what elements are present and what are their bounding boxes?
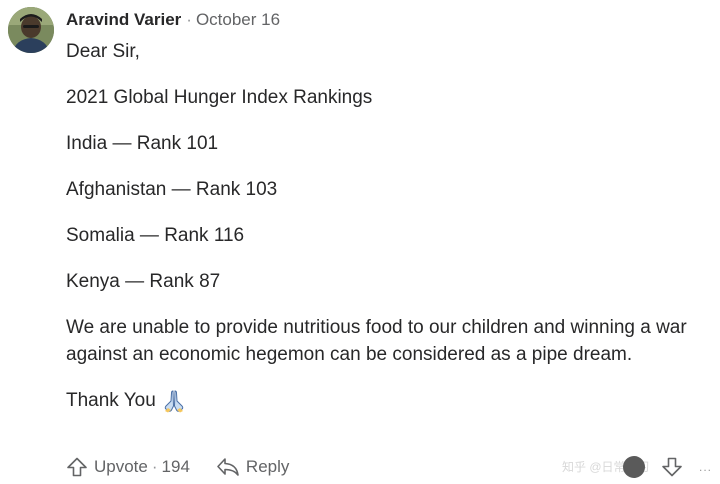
upvote-label: Upvote	[94, 457, 148, 476]
share-icon[interactable]	[622, 456, 645, 478]
reply-arrow-icon	[217, 458, 239, 476]
comment-paragraph: India — Rank 101	[66, 133, 219, 154]
avatar-photo	[8, 7, 54, 53]
comment-paragraph: Kenya — Rank 87	[66, 271, 221, 292]
avatar[interactable]	[8, 7, 54, 53]
closing-text: Thank You	[66, 390, 156, 411]
folded-hands-icon	[163, 389, 185, 413]
comment-paragraph: Afghanistan — Rank 103	[66, 179, 278, 200]
downvote-button[interactable]	[661, 456, 683, 478]
comment-paragraph: We are unable to provide nutritious food…	[66, 317, 687, 365]
comment-paragraph: Somalia — Rank 116	[66, 225, 245, 246]
upvote-separator: ·	[151, 457, 158, 476]
reply-label: Reply	[245, 457, 290, 476]
comment-date[interactable]: October 16	[196, 10, 280, 30]
comment-paragraph: Dear Sir,	[66, 41, 140, 62]
header-separator: ·	[186, 10, 192, 29]
comment-paragraph: 2021 Global Hunger Index Rankings	[66, 87, 373, 108]
author-name[interactable]: Aravind Varier	[66, 10, 181, 30]
upvote-button[interactable]: Upvote · 194	[66, 456, 190, 478]
comment-body: Dear Sir, 2021 Global Hunger Index Ranki…	[66, 38, 712, 433]
comment-header: Aravind Varier · October 16	[66, 10, 280, 30]
comment: Aravind Varier · October 16 Dear Sir, 20…	[0, 0, 720, 484]
more-options-button[interactable]: ...	[699, 460, 712, 474]
upvote-arrow-icon	[67, 457, 87, 477]
secondary-actions: ...	[622, 454, 712, 480]
downvote-arrow-icon	[662, 457, 682, 477]
upvote-count: 194	[161, 457, 190, 476]
comment-closing: Thank You	[66, 387, 712, 414]
reply-button[interactable]: Reply	[216, 456, 289, 478]
comment-actions: Upvote · 194 Reply	[66, 454, 289, 480]
